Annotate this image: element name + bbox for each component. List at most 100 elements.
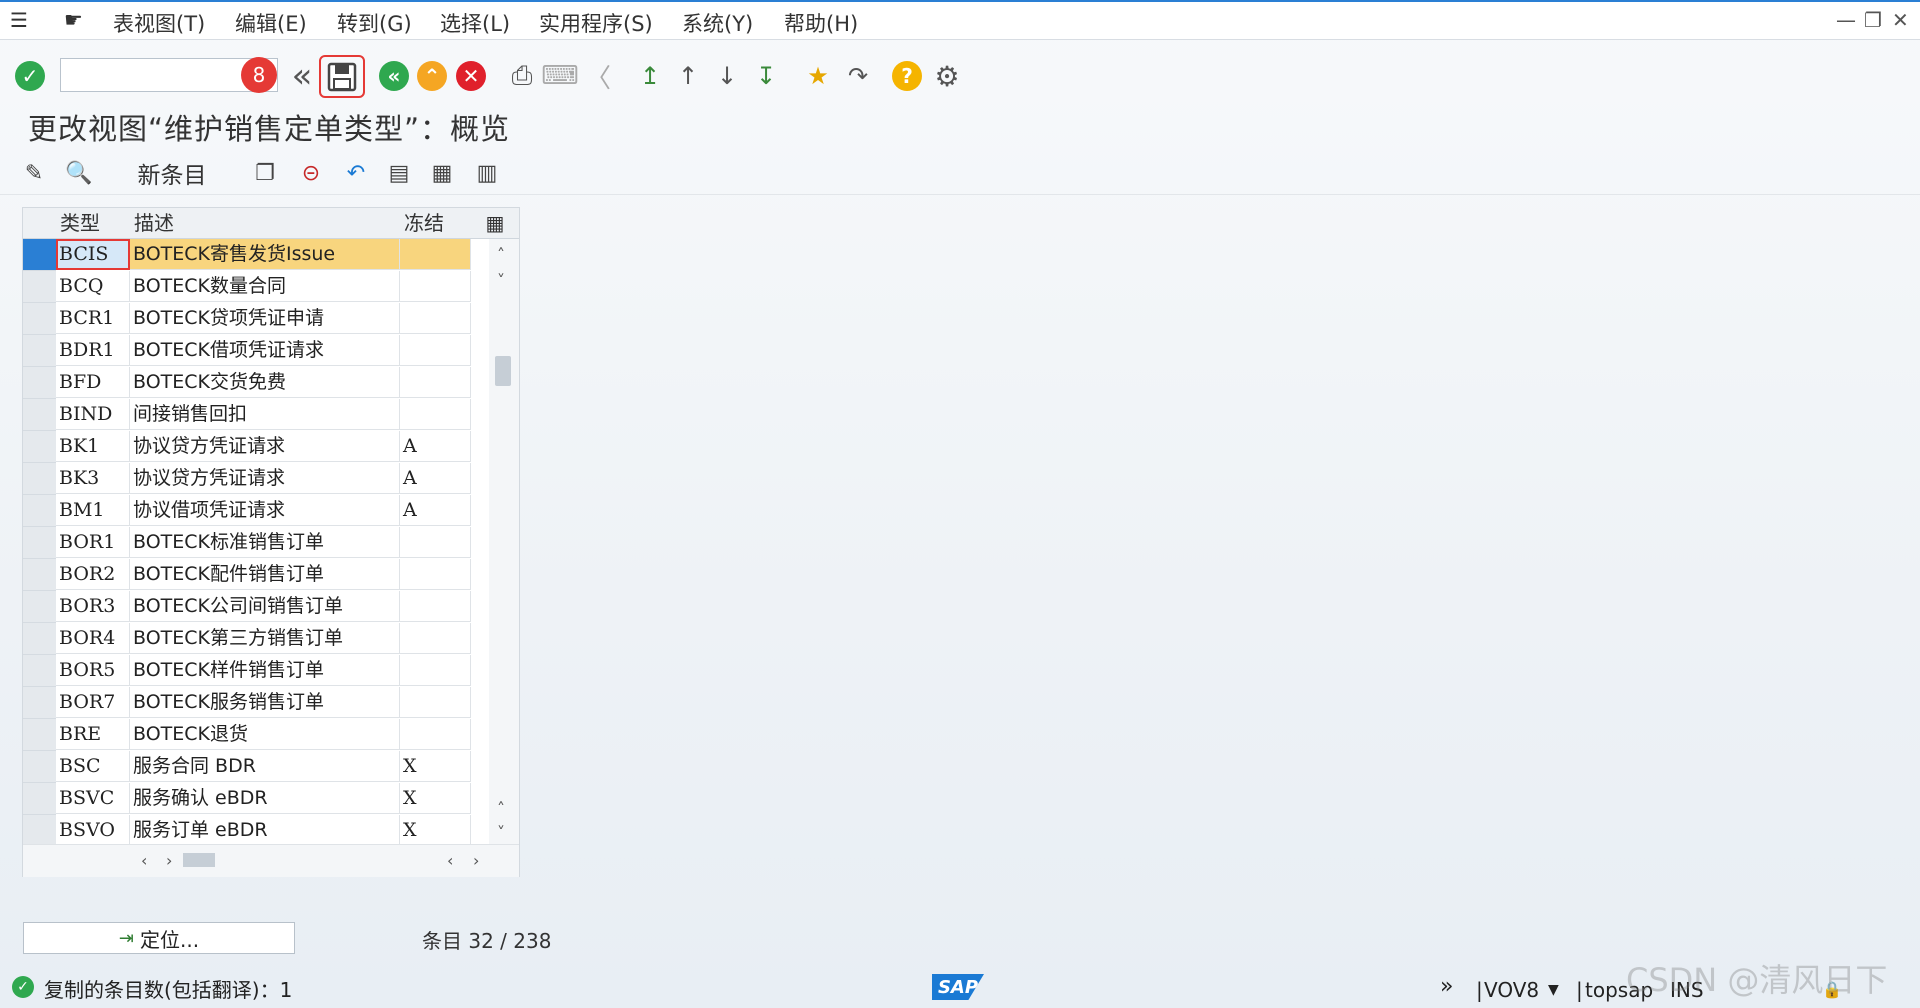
- freeze-cell[interactable]: X: [400, 783, 471, 814]
- freeze-cell[interactable]: [400, 719, 471, 750]
- help-button[interactable]: ?: [889, 58, 925, 94]
- last-page-icon[interactable]: ↧: [748, 58, 784, 94]
- menu-item-utilities[interactable]: 实用程序(S): [539, 8, 653, 38]
- status-message[interactable]: 复制的条目数(包括翻译)：1: [44, 974, 292, 1003]
- freeze-cell[interactable]: [400, 623, 471, 654]
- description-cell[interactable]: 间接销售回扣: [130, 399, 400, 430]
- delete-icon[interactable]: ⊝: [296, 158, 326, 188]
- description-cell[interactable]: BOTECK第三方销售订单: [130, 623, 400, 654]
- find-next-icon[interactable]: 〈: [580, 58, 616, 94]
- details-icon[interactable]: 🔍: [64, 158, 94, 188]
- freeze-cell[interactable]: [400, 239, 471, 270]
- display-change-icon[interactable]: ✎: [19, 158, 49, 188]
- description-cell[interactable]: 协议借项凭证请求: [130, 495, 400, 526]
- close-window-icon[interactable]: ✕: [1892, 8, 1909, 32]
- row-selector[interactable]: [23, 463, 56, 495]
- column-header-description[interactable]: 描述: [130, 208, 400, 239]
- shortcut-icon[interactable]: ↷: [840, 58, 876, 94]
- type-cell[interactable]: BOR1: [56, 527, 130, 558]
- table-row[interactable]: BRE BOTECK退货: [23, 719, 471, 751]
- table-row[interactable]: BK1 协议贷方凭证请求 A: [23, 431, 471, 463]
- freeze-cell[interactable]: A: [400, 463, 471, 494]
- type-cell[interactable]: BIND: [56, 399, 130, 430]
- layout-icon[interactable]: ☛: [64, 8, 83, 32]
- column-header-type[interactable]: 类型: [56, 208, 130, 239]
- freeze-cell[interactable]: X: [400, 815, 471, 846]
- type-cell[interactable]: BM1: [56, 495, 130, 526]
- table-row[interactable]: BM1 协议借项凭证请求 A: [23, 495, 471, 527]
- type-cell[interactable]: BOR2: [56, 559, 130, 590]
- row-selector[interactable]: [23, 303, 56, 335]
- menu-item-table-view[interactable]: 表视图(T): [113, 8, 205, 38]
- new-entries-button[interactable]: 新条目: [132, 158, 212, 189]
- table-row[interactable]: BOR3 BOTECK公司间销售订单: [23, 591, 471, 623]
- type-cell[interactable]: BCR1: [56, 303, 130, 334]
- menu-item-goto[interactable]: 转到(G): [337, 8, 412, 38]
- table-row[interactable]: BOR5 BOTECK样件销售订单: [23, 655, 471, 687]
- description-cell[interactable]: 服务订单 eBDR: [130, 815, 400, 846]
- minimize-icon[interactable]: —: [1836, 8, 1856, 32]
- table-row[interactable]: BK3 协议贷方凭证请求 A: [23, 463, 471, 495]
- row-selector[interactable]: [23, 431, 56, 463]
- freeze-cell[interactable]: [400, 559, 471, 590]
- previous-page-icon[interactable]: ↑: [670, 58, 706, 94]
- table-row[interactable]: BIND 间接销售回扣: [23, 399, 471, 431]
- description-cell[interactable]: BOTECK交货免费: [130, 367, 400, 398]
- menu-icon[interactable]: ☰: [10, 8, 28, 32]
- description-cell[interactable]: 协议贷方凭证请求: [130, 463, 400, 494]
- collapse-chevron-icon[interactable]: «: [284, 56, 320, 96]
- freeze-cell[interactable]: [400, 367, 471, 398]
- column-settings-icon[interactable]: ▦: [471, 208, 519, 239]
- description-cell[interactable]: 服务确认 eBDR: [130, 783, 400, 814]
- description-cell[interactable]: BOTECK借项凭证请求: [130, 335, 400, 366]
- freeze-cell[interactable]: A: [400, 495, 471, 526]
- type-cell[interactable]: BRE: [56, 719, 130, 750]
- scroll-down-icon[interactable]: ˅: [497, 271, 505, 290]
- first-page-icon[interactable]: ↥: [632, 58, 668, 94]
- description-cell[interactable]: BOTECK数量合同: [130, 271, 400, 302]
- scroll-page-down-icon[interactable]: ˅: [497, 823, 505, 842]
- type-cell[interactable]: BOR4: [56, 623, 130, 654]
- tcode-dropdown-icon[interactable]: ▼: [1548, 982, 1559, 998]
- table-row[interactable]: BSC 服务合同 BDR X: [23, 751, 471, 783]
- horizontal-thumb[interactable]: [183, 853, 215, 867]
- exit-button[interactable]: ⌃: [414, 58, 450, 94]
- menu-item-help[interactable]: 帮助(H): [784, 8, 858, 38]
- row-selector[interactable]: [23, 655, 56, 687]
- type-cell[interactable]: BSVC: [56, 783, 130, 814]
- freeze-cell[interactable]: [400, 271, 471, 302]
- description-cell[interactable]: BOTECK退货: [130, 719, 400, 750]
- freeze-cell[interactable]: [400, 303, 471, 334]
- cancel-button[interactable]: ✕: [453, 58, 489, 94]
- enter-button[interactable]: ✓: [12, 58, 48, 94]
- description-cell[interactable]: 服务合同 BDR: [130, 751, 400, 782]
- table-row[interactable]: BCQ BOTECK数量合同: [23, 271, 471, 303]
- description-cell[interactable]: BOTECK服务销售订单: [130, 687, 400, 718]
- row-selector[interactable]: [23, 815, 56, 847]
- scroll-right-icon[interactable]: ›: [166, 851, 172, 870]
- deselect-all-icon[interactable]: ▥: [472, 158, 502, 188]
- description-cell[interactable]: BOTECK样件销售订单: [130, 655, 400, 686]
- freeze-cell[interactable]: [400, 655, 471, 686]
- table-row[interactable]: BCR1 BOTECK贷项凭证申请: [23, 303, 471, 335]
- save-button[interactable]: [319, 55, 365, 98]
- type-cell[interactable]: BSVO: [56, 815, 130, 846]
- type-cell[interactable]: BK3: [56, 463, 130, 494]
- find-icon[interactable]: ⌨: [541, 58, 579, 94]
- row-selector-header[interactable]: [23, 208, 56, 239]
- row-selector[interactable]: [23, 495, 56, 527]
- scroll-page-up-icon[interactable]: ˄: [497, 799, 505, 818]
- back-button[interactable]: «: [376, 58, 412, 94]
- row-selector[interactable]: [23, 687, 56, 719]
- settings-gear-icon[interactable]: ⚙: [929, 58, 965, 94]
- scroll-up-icon[interactable]: ˄: [497, 245, 505, 264]
- freeze-cell[interactable]: [400, 591, 471, 622]
- row-selector[interactable]: [23, 623, 56, 655]
- table-row[interactable]: BOR7 BOTECK服务销售订单: [23, 687, 471, 719]
- scroll-left-2-icon[interactable]: ‹: [447, 851, 453, 870]
- type-cell[interactable]: BOR3: [56, 591, 130, 622]
- table-row[interactable]: BCIS BOTECK寄售发货Issue: [23, 239, 471, 271]
- description-cell[interactable]: BOTECK标准销售订单: [130, 527, 400, 558]
- row-selector[interactable]: [23, 239, 56, 271]
- scroll-left-icon[interactable]: ‹: [141, 851, 147, 870]
